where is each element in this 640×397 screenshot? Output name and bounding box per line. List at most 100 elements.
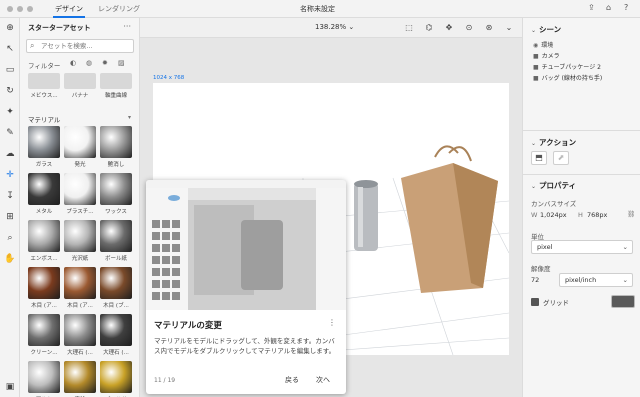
- close-window-icon[interactable]: [7, 6, 13, 12]
- camera-dolly-icon[interactable]: ⊙: [464, 23, 474, 33]
- material-sphere: [28, 126, 60, 158]
- actions-section-header[interactable]: ⌄ アクション: [531, 137, 576, 148]
- drop-to-ground-icon[interactable]: ↧: [4, 190, 16, 202]
- sample-tool-icon[interactable]: ✎: [4, 127, 16, 139]
- zoom-level[interactable]: 138.28% ⌄: [315, 23, 354, 31]
- material-sphere: [100, 361, 132, 393]
- rotate-tool-icon[interactable]: ↻: [4, 85, 16, 97]
- material-thumb[interactable]: メタル: [28, 173, 60, 217]
- material-thumb[interactable]: ワックス: [100, 173, 132, 217]
- material-thumb[interactable]: アルミ: [28, 361, 60, 397]
- more-options-icon[interactable]: ⋮: [328, 318, 336, 327]
- link-icon[interactable]: ⛓: [627, 210, 635, 218]
- chevron-down-icon[interactable]: ▾: [128, 114, 131, 121]
- grid-checkbox[interactable]: [531, 298, 539, 306]
- chevron-down-icon: ⌄: [531, 140, 537, 147]
- hand-tool-icon[interactable]: ✋: [4, 253, 16, 265]
- camera-menu-icon[interactable]: ⌄: [504, 23, 514, 33]
- orbit-tool-icon[interactable]: ☁: [4, 148, 16, 160]
- resolution-unit-dropdown[interactable]: pixel/inch ⌄: [559, 273, 633, 287]
- material-thumb[interactable]: 真鍮: [64, 361, 96, 397]
- material-label: 大理石 (...: [103, 350, 129, 356]
- scene-section-header[interactable]: ⌄ シーン: [531, 24, 561, 35]
- material-thumb[interactable]: ガラス: [28, 126, 60, 170]
- resolution-input[interactable]: 72: [531, 276, 539, 284]
- tutorial-preview: [146, 180, 346, 310]
- filter-lights-icon[interactable]: ✹: [102, 59, 108, 67]
- paper-bag[interactable]: [401, 145, 498, 293]
- width-input[interactable]: 1,024px: [540, 211, 567, 219]
- camera-pan-icon[interactable]: ✥: [444, 23, 454, 33]
- search-icon: ⌕: [30, 41, 35, 50]
- properties-section-header[interactable]: ⌄ プロパティ: [531, 180, 576, 191]
- align-tool-icon[interactable]: ⊞: [4, 211, 16, 223]
- material-label: エンボス...: [30, 256, 58, 262]
- camera-bookmark-icon[interactable]: ⊛: [484, 23, 494, 33]
- material-thumb[interactable]: 木目 (ア...: [28, 267, 60, 311]
- tab-design[interactable]: デザイン: [53, 4, 85, 18]
- action-generate-icon[interactable]: ⬈: [553, 151, 569, 165]
- materials-section-header[interactable]: マテリアル: [28, 114, 60, 124]
- help-icon[interactable]: ?: [624, 3, 628, 12]
- material-thumb[interactable]: 発光: [64, 126, 96, 170]
- frame-icon[interactable]: ⬚: [404, 23, 414, 33]
- scene-item-bag[interactable]: ■ バッグ (線材の持ち手): [533, 73, 602, 82]
- tutorial-video[interactable]: [146, 180, 346, 310]
- unit-dropdown[interactable]: pixel ⌄: [531, 240, 633, 254]
- asset-image: [100, 73, 132, 89]
- scene-item-tube[interactable]: ■ チューブパッケージ 2: [533, 62, 601, 71]
- scene-header: シーン: [539, 25, 562, 34]
- action-place-image-icon[interactable]: ⬒: [531, 151, 547, 165]
- divider: [523, 174, 640, 175]
- material-sphere: [28, 314, 60, 346]
- scene-item-environment[interactable]: ◉ 環境: [533, 40, 553, 49]
- move-tool-icon[interactable]: ✛: [4, 169, 16, 181]
- height-input[interactable]: 768px: [587, 211, 607, 219]
- material-thumb[interactable]: 光沢紙: [64, 220, 96, 264]
- magic-select-icon[interactable]: ✦: [4, 106, 16, 118]
- camera-orbit-icon[interactable]: ⌬: [424, 23, 434, 33]
- material-thumb[interactable]: クリーン...: [28, 314, 60, 358]
- model-icon: ■: [533, 64, 539, 71]
- material-thumb[interactable]: 大理石 (...: [100, 314, 132, 358]
- next-button[interactable]: 次へ: [316, 375, 330, 385]
- notifications-icon[interactable]: ⌂: [606, 3, 611, 12]
- filter-images-icon[interactable]: ▨: [118, 59, 125, 67]
- scene-item-camera[interactable]: ■ カメラ: [533, 51, 560, 60]
- asset-thumb[interactable]: バナナ: [64, 73, 96, 117]
- grid-color-swatch[interactable]: [611, 295, 635, 308]
- properties-panel: ⌄ シーン ◉ 環境 ■ カメラ ■ チューブパッケージ 2 ■ バッグ (線材の持ち手)…: [522, 18, 640, 397]
- material-label: ガラス: [35, 162, 53, 168]
- select-tool-icon[interactable]: ↖: [4, 43, 16, 55]
- material-thumb[interactable]: 艶消し: [100, 126, 132, 170]
- material-label: クリーン...: [30, 350, 58, 356]
- back-button[interactable]: 戻る: [285, 375, 299, 385]
- zoom-tool-icon[interactable]: ⌕: [4, 232, 16, 244]
- share-icon[interactable]: ⇪: [588, 3, 595, 12]
- material-thumb[interactable]: ボール紙: [100, 220, 132, 264]
- marquee-tool-icon[interactable]: ▭: [4, 64, 16, 76]
- material-label: 大理石 (...: [67, 350, 93, 356]
- asset-thumb[interactable]: 軸重曲線: [100, 73, 132, 117]
- material-thumb[interactable]: 大理石 (...: [64, 314, 96, 358]
- layers-icon[interactable]: ▣: [4, 381, 16, 393]
- filter-materials-icon[interactable]: ◍: [86, 59, 92, 67]
- asset-thumb[interactable]: メビウス...: [28, 73, 60, 117]
- filter-models-icon[interactable]: ◐: [70, 59, 76, 67]
- material-sphere: [64, 173, 96, 205]
- material-thumb[interactable]: プラスチ...: [64, 173, 96, 217]
- material-thumb[interactable]: エンボス...: [28, 220, 60, 264]
- material-thumb[interactable]: 木目 (ブ...: [100, 267, 132, 311]
- tab-render[interactable]: レンダリング: [98, 4, 140, 14]
- more-options-icon[interactable]: ···: [123, 22, 131, 31]
- material-thumb[interactable]: ゴールド: [100, 361, 132, 397]
- asset-search-input[interactable]: [41, 41, 131, 51]
- zoom-window-icon[interactable]: [27, 6, 33, 12]
- material-sphere: [64, 126, 96, 158]
- add-icon[interactable]: ⊕: [4, 22, 16, 34]
- material-thumb[interactable]: 木目 (ア...: [64, 267, 96, 311]
- search-box[interactable]: ⌕: [26, 39, 134, 53]
- minimize-window-icon[interactable]: [17, 6, 23, 12]
- document-title: 名称未設定: [300, 5, 335, 13]
- tube-package[interactable]: [354, 180, 378, 251]
